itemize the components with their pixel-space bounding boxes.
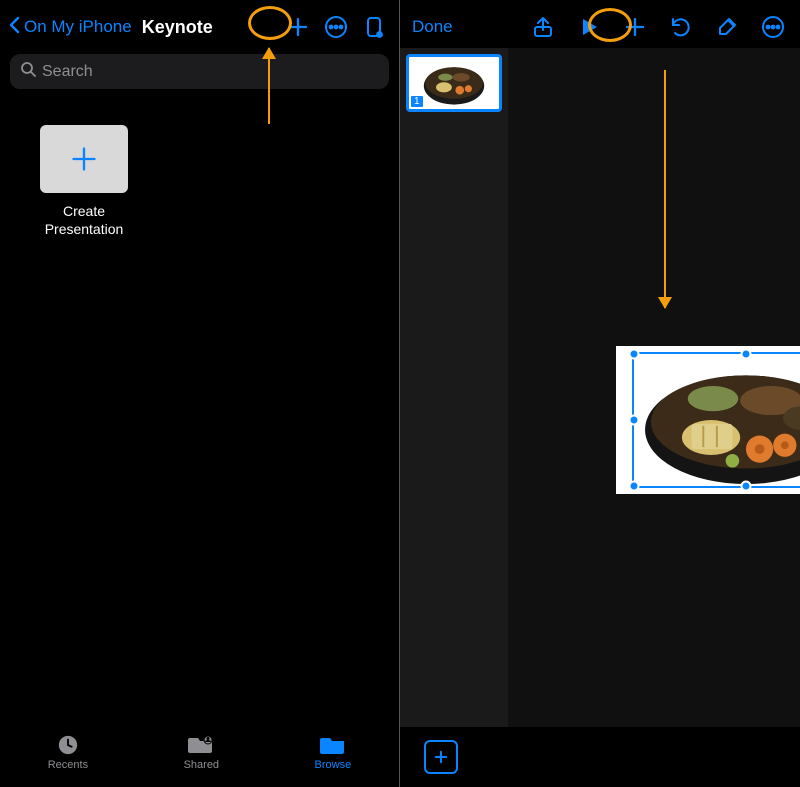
done-button[interactable]: Done (412, 17, 453, 37)
create-presentation-tile[interactable]: Create Presentation (14, 125, 154, 238)
image-selection[interactable] (632, 352, 800, 488)
folder-icon (319, 734, 347, 756)
tab-label: Shared (184, 759, 219, 771)
resize-handle[interactable] (629, 415, 640, 426)
play-button[interactable] (572, 10, 606, 44)
add-slide-button[interactable] (424, 740, 458, 774)
format-brush-button[interactable] (710, 10, 744, 44)
bottom-tab-bar: Recents Shared Browse (0, 721, 399, 787)
app-title: Keynote (142, 17, 213, 38)
slide-number: 1 (411, 96, 423, 107)
chevron-left-icon (8, 16, 22, 39)
search-input[interactable]: Search (10, 54, 389, 89)
editor-bottom-bar (400, 727, 800, 787)
back-button[interactable]: On My iPhone (8, 16, 132, 39)
new-document-button[interactable] (281, 10, 315, 44)
resize-handle[interactable] (629, 481, 640, 492)
documents-grid: Create Presentation (0, 99, 399, 264)
left-header: On My iPhone Keynote (0, 0, 399, 50)
editor-body: 1 (400, 48, 800, 727)
share-button[interactable] (526, 10, 560, 44)
clock-icon (54, 734, 82, 756)
search-container: Search (0, 50, 399, 99)
tab-browse[interactable]: Browse (315, 734, 352, 771)
keynote-editor-pane: Done (400, 0, 800, 787)
create-label: Create Presentation (14, 203, 154, 238)
undo-button[interactable] (664, 10, 698, 44)
shared-folder-icon (187, 734, 215, 756)
resize-handle[interactable] (629, 349, 640, 360)
back-label: On My iPhone (24, 17, 132, 37)
tab-label: Browse (315, 759, 352, 771)
search-icon (20, 61, 36, 82)
tab-shared[interactable]: Shared (184, 734, 219, 771)
tab-label: Recents (48, 759, 88, 771)
create-thumb (40, 125, 128, 193)
slide-canvas[interactable] (508, 48, 800, 727)
view-options-button[interactable] (357, 10, 391, 44)
editor-more-button[interactable] (756, 10, 790, 44)
insert-button[interactable] (618, 10, 652, 44)
more-menu-button[interactable] (319, 10, 353, 44)
search-placeholder: Search (42, 63, 93, 81)
resize-handle[interactable] (741, 481, 752, 492)
slide-navigator: 1 (400, 48, 508, 727)
food-image-thumb (418, 60, 490, 106)
slide-thumb-1[interactable]: 1 (406, 54, 502, 112)
resize-handle[interactable] (741, 349, 752, 360)
files-browser-pane: On My iPhone Keynote Search (0, 0, 400, 787)
current-slide[interactable] (616, 346, 800, 494)
tab-recents[interactable]: Recents (48, 734, 88, 771)
food-image[interactable] (634, 354, 800, 486)
editor-toolbar: Done (400, 0, 800, 50)
